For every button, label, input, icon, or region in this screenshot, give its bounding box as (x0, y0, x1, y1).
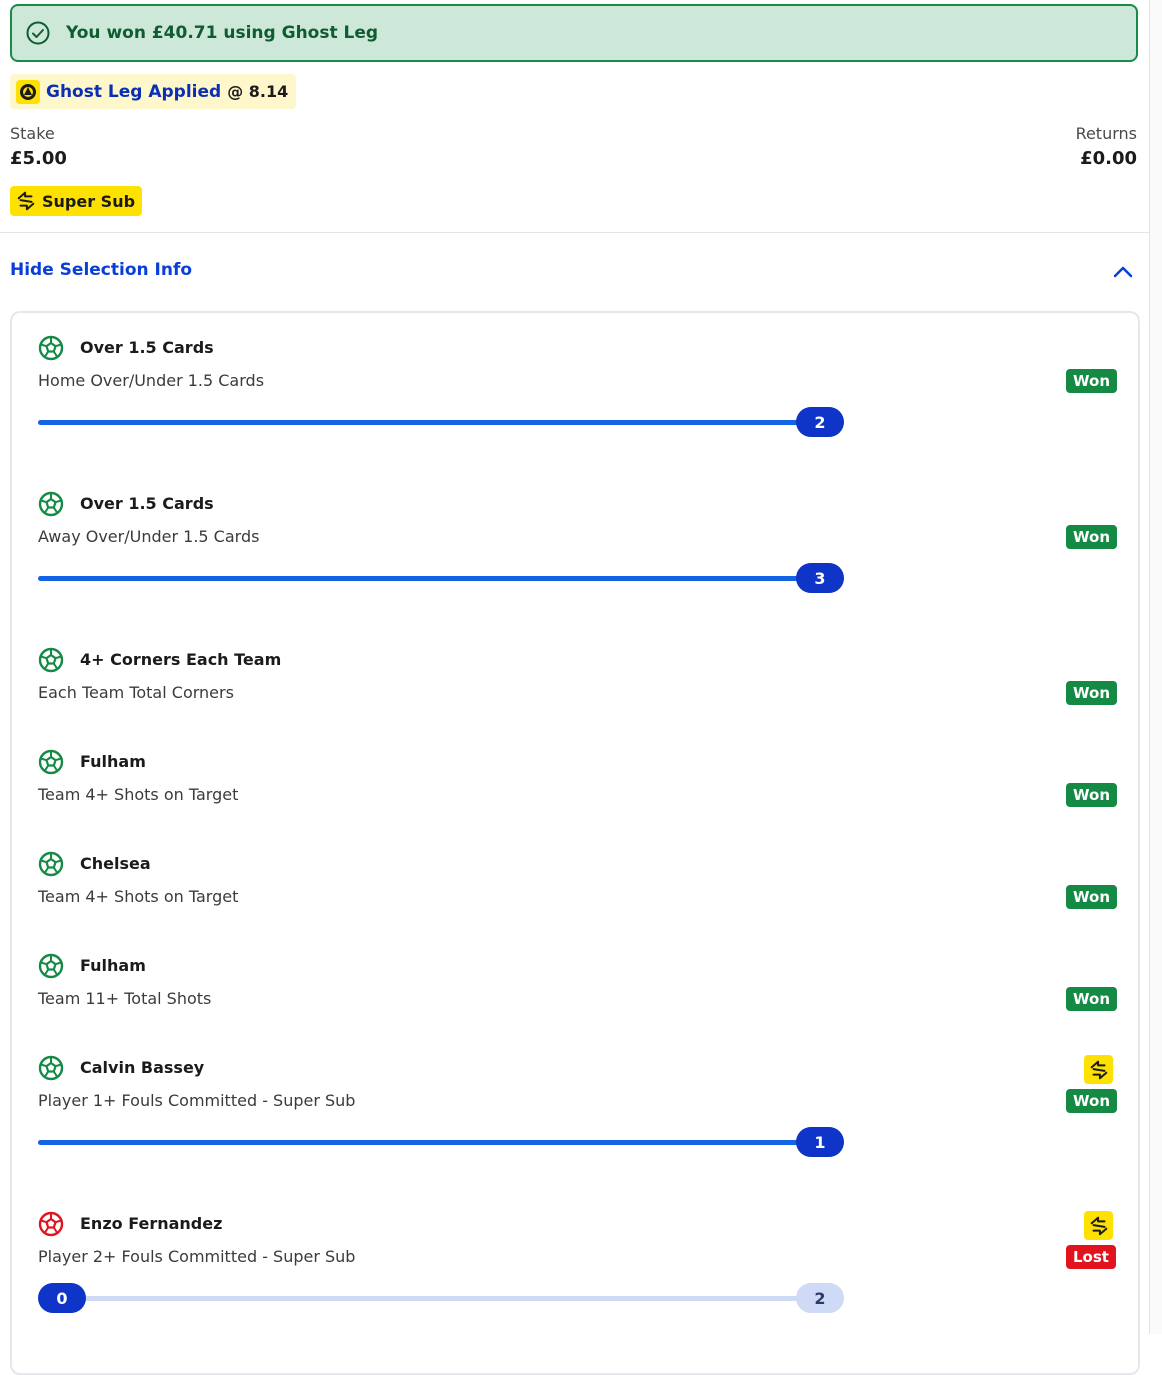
status-badge: Won (1066, 885, 1117, 909)
progress-tracker: 1 (38, 1127, 844, 1157)
football-icon (38, 953, 64, 979)
selection-market: Player 1+ Fouls Committed - Super Sub (38, 1091, 356, 1110)
progress-tracker: 3 (38, 563, 844, 593)
super-sub-tag: Super Sub (10, 186, 143, 216)
ghost-leg-icon (16, 79, 40, 104)
returns-value: £0.00 (1080, 148, 1137, 169)
football-icon (38, 749, 64, 775)
status-badge: Lost (1066, 1245, 1116, 1269)
stake-label: Stake (10, 124, 55, 143)
football-icon (38, 491, 64, 517)
super-sub-label: Super Sub (42, 191, 136, 211)
progress-tracker: 2 (38, 407, 844, 437)
ghost-leg-odds: @ 8.14 (227, 82, 289, 101)
chevron-up-icon[interactable] (1112, 264, 1134, 280)
football-icon (38, 335, 64, 361)
selection-title: Fulham (80, 956, 146, 975)
super-sub-icon (15, 190, 37, 212)
progress-target-value: 2 (796, 1283, 844, 1313)
super-sub-icon (1084, 1211, 1113, 1240)
selection-title: 4+ Corners Each Team (80, 650, 282, 669)
status-badge: Won (1066, 525, 1117, 549)
returns-label: Returns (1075, 124, 1137, 143)
selection-title: Chelsea (80, 854, 151, 873)
stake-value: £5.00 (10, 148, 67, 169)
status-badge: Won (1066, 1089, 1117, 1113)
selection-market: Team 4+ Shots on Target (38, 785, 239, 804)
football-icon (38, 1211, 64, 1237)
progress-current-value: 2 (796, 407, 844, 437)
selection-market: Team 4+ Shots on Target (38, 887, 239, 906)
progress-current-value: 0 (38, 1283, 86, 1313)
selection-title: Over 1.5 Cards (80, 338, 214, 357)
progress-rail (38, 1296, 844, 1301)
selection-market: Player 2+ Fouls Committed - Super Sub (38, 1247, 356, 1266)
selection-market: Home Over/Under 1.5 Cards (38, 371, 265, 390)
progress-fill (38, 576, 844, 581)
status-badge: Won (1066, 987, 1117, 1011)
football-icon (38, 647, 64, 673)
selection-title: Over 1.5 Cards (80, 494, 214, 513)
progress-tracker: 02 (38, 1283, 844, 1313)
selections-card: Over 1.5 Cards Home Over/Under 1.5 Cards W… (10, 311, 1140, 1375)
progress-fill (38, 420, 844, 425)
progress-current-value: 3 (796, 563, 844, 593)
selection-title: Enzo Fernandez (80, 1214, 223, 1233)
status-badge: Won (1066, 783, 1117, 807)
selection-title: Fulham (80, 752, 146, 771)
selection-title: Calvin Bassey (80, 1058, 205, 1077)
super-sub-icon (1084, 1055, 1113, 1084)
hide-selection-info-link[interactable]: Hide Selection Info (10, 260, 192, 280)
progress-fill (38, 1140, 844, 1145)
selection-market: Each Team Total Corners (38, 683, 234, 702)
ghost-leg-label: Ghost Leg Applied (46, 81, 222, 102)
status-badge: Won (1066, 681, 1117, 705)
divider (0, 232, 1150, 233)
win-banner: You won £40.71 using Ghost Leg (10, 4, 1138, 62)
ghost-leg-tag: Ghost Leg Applied @ 8.14 (10, 74, 297, 109)
selection-market: Away Over/Under 1.5 Cards (38, 527, 260, 546)
check-circle-icon (26, 21, 50, 45)
status-badge: Won (1066, 369, 1117, 393)
football-icon (38, 851, 64, 877)
progress-current-value: 1 (796, 1127, 844, 1157)
selection-market: Team 11+ Total Shots (38, 989, 212, 1008)
scroll-gutter (1149, 0, 1162, 1334)
football-icon (38, 1055, 64, 1081)
win-banner-text: You won £40.71 using Ghost Leg (66, 23, 379, 43)
